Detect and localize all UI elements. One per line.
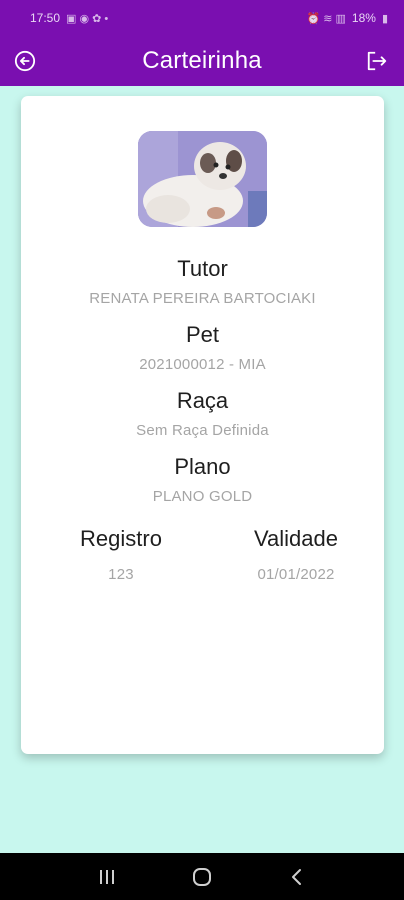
back-arrow-circle-icon [14,50,36,72]
pet-card: Tutor RENATA PEREIRA BARTOCIAKI Pet 2021… [21,96,384,754]
status-battery: 18% [351,11,376,25]
validity-label: Validade [254,526,338,551]
nav-recents-button[interactable] [87,857,127,897]
breed-field: Raça Sem Raça Definida [21,388,384,439]
status-time: 17:50 [30,11,61,25]
back-chevron-icon [291,868,301,885]
home-icon [192,867,211,886]
tutor-label: Tutor [177,256,228,281]
plan-value: PLANO GOLD [152,488,253,505]
recents-icon [100,869,115,884]
system-nav-bar [0,853,404,900]
breed-label: Raça [176,388,229,413]
registration-label: Registro [80,526,162,551]
tutor-field: Tutor RENATA PEREIRA BARTOCIAKI [21,256,384,307]
logout-button[interactable] [362,46,392,76]
pet-value: 2021000012 - MIA [139,356,266,373]
tutor-value: RENATA PEREIRA BARTOCIAKI [89,290,316,307]
plan-label: Plano [174,454,231,479]
battery-icon: ▮ [381,12,388,25]
pet-photo [138,131,267,227]
registration-field: Registro 123 [65,526,177,583]
pet-label: Pet [185,322,220,347]
app-bar: Carteirinha [0,36,404,86]
pet-field: Pet 2021000012 - MIA [21,322,384,373]
status-left: 17:50 ▣ ◉ ✿ • [30,11,108,25]
signal-icons: ⏰ ≋ ▥ [306,12,346,25]
nav-home-button[interactable] [182,857,222,897]
validity-field: Validade 01/01/2022 [231,526,361,583]
nav-back-button[interactable] [277,857,317,897]
status-bar: 17:50 ▣ ◉ ✿ • ⏰ ≋ ▥ 18% ▮ [0,0,404,36]
notification-icons: ▣ ◉ ✿ • [66,12,109,25]
validity-value: 01/01/2022 [257,566,335,583]
logout-icon [367,51,387,71]
page-title: Carteirinha [142,47,262,74]
breed-value: Sem Raça Definida [136,422,269,439]
back-button[interactable] [10,46,40,76]
registration-value: 123 [108,566,134,583]
plan-field: Plano PLANO GOLD [21,454,384,505]
pet-photo-image [138,131,267,227]
status-right: ⏰ ≋ ▥ 18% ▮ [306,11,388,25]
